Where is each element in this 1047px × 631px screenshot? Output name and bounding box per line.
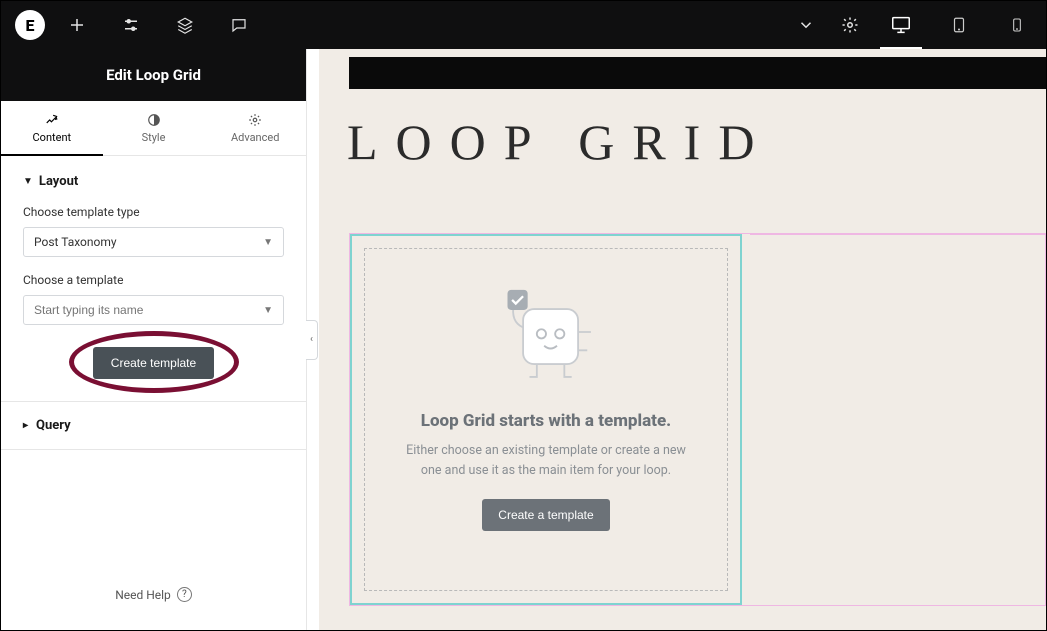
tab-content-label: Content [33, 131, 72, 144]
empty-state-heading: Loop Grid starts with a template. [421, 411, 671, 431]
elementor-logo[interactable]: E [15, 10, 45, 40]
chevron-down-icon: ▼ [263, 305, 273, 316]
template-type-select[interactable]: Post Taxonomy ▼ [23, 227, 284, 257]
device-desktop-icon[interactable] [872, 1, 930, 49]
editor-canvas: LOOP GRID [319, 49, 1046, 630]
loop-grid-cell-secondary [750, 234, 1045, 605]
device-tablet-icon[interactable] [930, 1, 988, 49]
panel-collapse-button[interactable]: ‹ [306, 320, 318, 360]
section-query-header[interactable]: ▸ Query [1, 402, 306, 450]
section-layout-label: Layout [39, 174, 78, 189]
add-icon[interactable] [55, 1, 99, 49]
create-a-template-button[interactable]: Create a template [482, 499, 609, 531]
section-layout-header[interactable]: ▼ Layout [23, 174, 284, 189]
panel-title: Edit Loop Grid [1, 49, 306, 101]
caret-right-icon: ▸ [23, 420, 28, 431]
tab-advanced-label: Advanced [231, 131, 279, 144]
tab-style-label: Style [142, 131, 166, 144]
tab-advanced[interactable]: Advanced [204, 101, 306, 155]
template-type-label: Choose template type [23, 205, 284, 219]
gear-icon[interactable] [828, 1, 872, 49]
panel-footer: Need Help ? [1, 567, 306, 630]
panel-collapse-handle: ‹ [307, 49, 319, 630]
choose-template-label: Choose a template [23, 273, 284, 287]
editor-panel: Edit Loop Grid Content Style Advanced ▼ [1, 49, 307, 630]
page-title: LOOP GRID [347, 113, 1046, 171]
help-icon[interactable]: ? [177, 587, 192, 602]
canvas-menu-strip [349, 57, 1046, 89]
loop-grid-cell-active[interactable]: Loop Grid starts with a template. Either… [350, 234, 742, 605]
need-help-link[interactable]: Need Help [115, 588, 171, 602]
create-template-button[interactable]: Create template [93, 347, 214, 379]
tab-style[interactable]: Style [103, 101, 205, 155]
caret-down-icon: ▼ [23, 176, 33, 187]
section-query-label: Query [36, 418, 71, 433]
choose-template-input[interactable] [34, 303, 263, 317]
chevron-down-icon[interactable] [784, 1, 828, 49]
settings-sliders-icon[interactable] [109, 1, 153, 49]
template-type-value: Post Taxonomy [34, 235, 117, 249]
device-mobile-icon[interactable] [988, 1, 1046, 49]
comment-icon[interactable] [217, 1, 261, 49]
panel-tabs: Content Style Advanced [1, 101, 306, 156]
choose-template-select[interactable]: ▼ [23, 295, 284, 325]
layers-icon[interactable] [163, 1, 207, 49]
loop-grid-widget[interactable]: Loop Grid starts with a template. Either… [349, 233, 1046, 606]
chevron-down-icon: ▼ [263, 237, 273, 248]
editor-topbar: E [1, 1, 1046, 49]
section-layout: ▼ Layout Choose template type Post Taxon… [1, 156, 306, 402]
empty-state-illustration [491, 277, 601, 391]
tab-content[interactable]: Content [1, 101, 103, 156]
empty-state-text: Either choose an existing template or cr… [395, 441, 697, 481]
